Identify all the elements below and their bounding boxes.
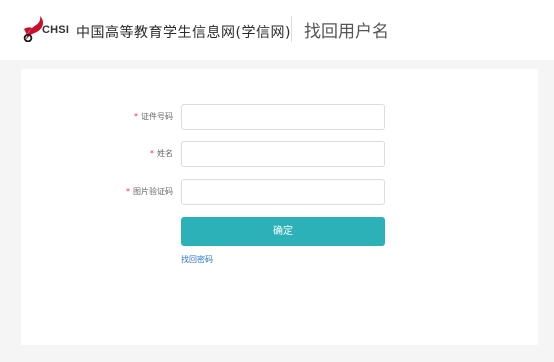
site-header: CHSI 中国高等教育学生信息网(学信网) 找回用户名	[0, 0, 554, 60]
page-title: 找回用户名	[304, 22, 389, 42]
header-divider	[291, 16, 292, 42]
captcha-input[interactable]	[181, 179, 385, 205]
site-name[interactable]: 中国高等教育学生信息网(学信网)	[76, 22, 291, 42]
id-number-label-text: 证件号码	[141, 112, 173, 121]
required-mark: *	[150, 149, 154, 158]
required-mark: *	[126, 187, 130, 196]
required-mark: *	[134, 112, 138, 121]
name-label: * 姓名	[150, 148, 173, 159]
id-number-label: * 证件号码	[134, 111, 173, 122]
confirm-button[interactable]: 确定	[181, 217, 385, 246]
name-input[interactable]	[181, 141, 385, 167]
name-row: * 姓名	[21, 141, 538, 169]
id-number-input[interactable]	[181, 104, 385, 130]
captcha-row: * 图片验证码	[21, 179, 538, 207]
recover-password-link[interactable]: 找回密码	[181, 254, 213, 265]
captcha-label: * 图片验证码	[126, 186, 173, 197]
name-label-text: 姓名	[157, 149, 173, 158]
logo-text[interactable]: CHSI	[42, 24, 69, 36]
id-number-row: * 证件号码	[21, 104, 538, 132]
captcha-label-text: 图片验证码	[133, 187, 173, 196]
form-panel: * 证件号码 * 姓名 * 图片验证码 确定 找回密码	[21, 69, 538, 345]
